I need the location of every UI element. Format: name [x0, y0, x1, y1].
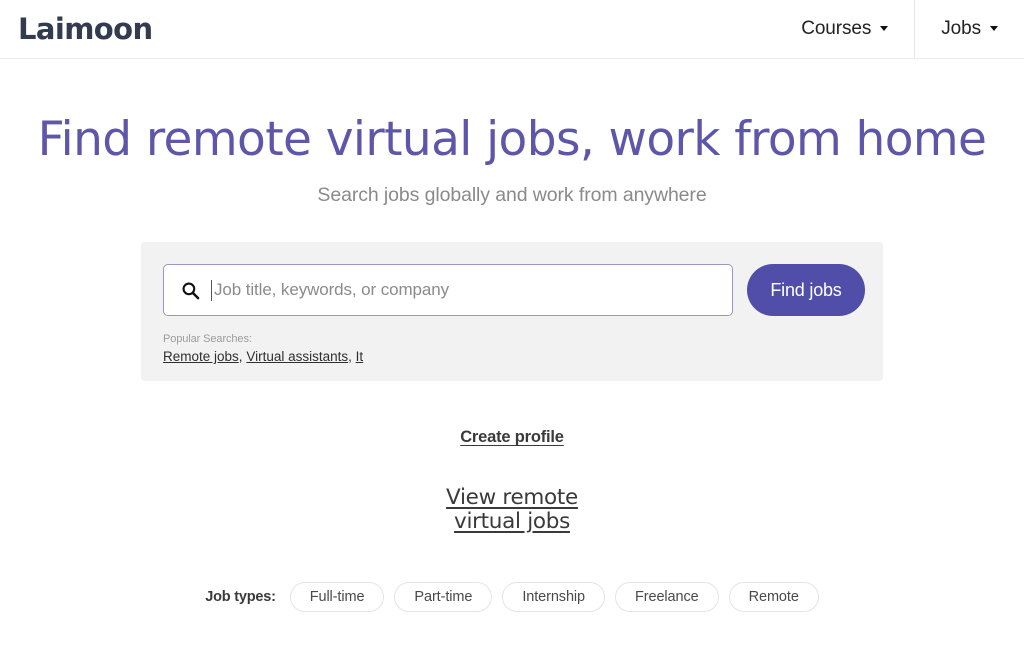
view-remote-virtual-jobs-link[interactable]: View remote virtual jobs	[412, 486, 612, 534]
popular-search-link-it[interactable]: It	[356, 349, 364, 364]
find-jobs-button[interactable]: Find jobs	[747, 264, 865, 316]
main-navigation: Courses Jobs	[775, 0, 1024, 58]
popular-search-link-remote-jobs[interactable]: Remote jobs	[163, 349, 239, 364]
job-type-chip-remote[interactable]: Remote	[728, 582, 819, 612]
nav-item-jobs-label: Jobs	[941, 18, 981, 39]
view-jobs-row: View remote virtual jobs	[0, 486, 1024, 534]
job-types-row: Job types: Full-time Part-time Internshi…	[0, 582, 1024, 612]
popular-searches: Popular Searches: Remote jobs, Virtual a…	[163, 332, 363, 366]
popular-search-separator: ,	[238, 349, 243, 364]
search-input-placeholder: Job title, keywords, or company	[214, 280, 449, 299]
job-type-chip-internship[interactable]: Internship	[502, 582, 606, 612]
popular-searches-links: Remote jobs, Virtual assistants, It	[163, 348, 363, 366]
popular-searches-label: Popular Searches:	[163, 333, 252, 345]
nav-item-courses-label: Courses	[801, 18, 872, 39]
page-subtitle: Search jobs globally and work from anywh…	[317, 184, 707, 206]
job-type-chip-full-time[interactable]: Full-time	[289, 582, 385, 612]
search-icon	[180, 280, 200, 300]
site-header: Laimoon Courses Jobs	[0, 0, 1024, 59]
job-search-panel: Job title, keywords, or company Find job…	[141, 242, 883, 381]
text-cursor	[211, 279, 212, 301]
chevron-down-icon	[990, 25, 998, 31]
nav-item-courses[interactable]: Courses	[775, 0, 915, 58]
popular-search-separator: ,	[348, 349, 352, 364]
site-logo[interactable]: Laimoon	[18, 11, 153, 47]
job-types-label: Job types:	[205, 589, 276, 605]
search-row: Job title, keywords, or company Find job…	[163, 264, 865, 316]
hero-section: Find remote virtual jobs, work from home…	[0, 111, 1024, 612]
job-type-chip-freelance[interactable]: Freelance	[615, 582, 719, 612]
search-input[interactable]: Job title, keywords, or company	[163, 264, 733, 316]
create-profile-link[interactable]: Create profile	[460, 428, 564, 446]
page-title: Find remote virtual jobs, work from home	[37, 112, 987, 167]
nav-item-jobs[interactable]: Jobs	[914, 0, 1024, 58]
popular-search-link-virtual-assistants[interactable]: Virtual assistants	[246, 349, 348, 364]
job-type-chip-part-time[interactable]: Part-time	[394, 582, 493, 612]
create-profile-row: Create profile	[0, 428, 1024, 447]
chevron-down-icon	[880, 25, 889, 31]
